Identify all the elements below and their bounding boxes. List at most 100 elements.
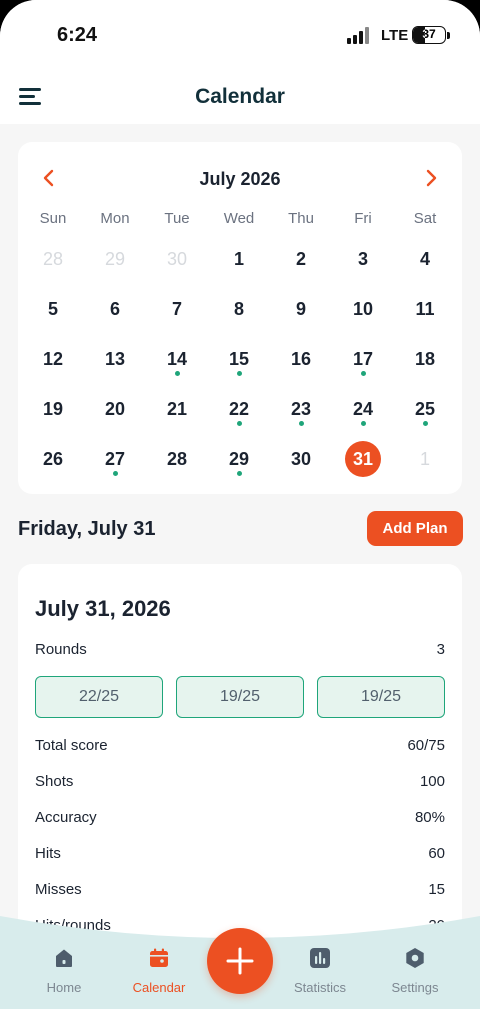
day-number: 5 (47, 299, 58, 319)
nav-label: Calendar (132, 980, 186, 995)
day-cell[interactable]: 29 (208, 440, 270, 490)
round-score-chip[interactable]: 22/25 (35, 676, 163, 718)
day-cell[interactable]: 22 (208, 390, 270, 440)
day-cell[interactable]: 26 (22, 440, 84, 490)
day-cell[interactable]: 27 (84, 440, 146, 490)
day-number: 1 (233, 249, 244, 269)
day-number: 28 (42, 249, 64, 269)
day-cell[interactable]: 15 (208, 340, 270, 390)
weekday-label: Sun (39, 210, 67, 227)
day-number: 20 (104, 399, 126, 419)
day-cell[interactable]: 1 (208, 240, 270, 290)
day-number: 1 (419, 449, 430, 469)
day-number: 21 (166, 399, 188, 419)
day-cell[interactable]: 28 (22, 240, 84, 290)
nav-statistics[interactable]: Statistics (280, 946, 360, 995)
day-cell[interactable]: 21 (146, 390, 208, 440)
stat-row: Accuracy 80% (35, 809, 445, 826)
day-cell[interactable]: 17 (332, 340, 394, 390)
day-number: 31 (345, 441, 381, 477)
day-number: 8 (233, 299, 244, 319)
weekday-label: Sat (413, 210, 437, 227)
round-score-chip[interactable]: 19/25 (176, 676, 304, 718)
event-dot (175, 371, 180, 376)
app-header: Calendar (0, 70, 480, 124)
event-dot (361, 371, 366, 376)
day-cell[interactable]: 10 (332, 290, 394, 340)
day-cell[interactable]: 30 (146, 240, 208, 290)
status-time: 6:24 (57, 24, 98, 46)
day-cell[interactable]: 8 (208, 290, 270, 340)
event-dot (423, 421, 428, 426)
stat-value: 60 (428, 845, 445, 862)
nav-settings[interactable]: Settings (375, 946, 455, 995)
day-cell[interactable]: 23 (270, 390, 332, 440)
page-title: Calendar (195, 85, 285, 108)
add-session-button[interactable] (207, 928, 273, 994)
day-number: 6 (109, 299, 120, 319)
weekday-label: Thu (288, 210, 314, 227)
add-plan-button[interactable]: Add Plan (367, 511, 463, 546)
nav-calendar[interactable]: Calendar (119, 946, 199, 995)
stat-label: Misses (35, 881, 82, 898)
stat-value: 80% (414, 809, 445, 826)
event-dot (113, 471, 118, 476)
weekday-label: Tue (164, 210, 190, 227)
stat-row: Hits 60 (35, 845, 445, 862)
day-cell-selected[interactable]: 31 (332, 440, 394, 490)
rounds-value: 3 (436, 641, 445, 658)
battery-level: 37 (422, 27, 436, 41)
session-date-title: July 31, 2026 (35, 596, 171, 621)
gear-icon (406, 948, 424, 968)
day-cell[interactable]: 30 (270, 440, 332, 490)
day-cell[interactable]: 2 (270, 240, 332, 290)
day-number: 12 (42, 349, 64, 369)
selected-date-heading: Friday, July 31 (18, 518, 156, 540)
month-label: July 2026 (199, 169, 281, 189)
day-cell[interactable]: 18 (394, 340, 456, 390)
weekday-label: Mon (100, 210, 130, 227)
day-cell[interactable]: 25 (394, 390, 456, 440)
day-cell[interactable]: 7 (146, 290, 208, 340)
next-month-button[interactable] (419, 166, 443, 190)
day-cell[interactable]: 16 (270, 340, 332, 390)
event-dot (237, 371, 242, 376)
status-bar: 6:24 LTE 37 (0, 0, 480, 70)
day-cell[interactable]: 13 (84, 340, 146, 390)
day-cell[interactable]: 24 (332, 390, 394, 440)
day-number: 9 (295, 299, 306, 319)
day-cell[interactable]: 14 (146, 340, 208, 390)
rounds-row: Rounds 3 (35, 641, 445, 658)
round-score-chip[interactable]: 19/25 (317, 676, 445, 718)
network-label: LTE (381, 27, 409, 44)
day-number: 29 (104, 249, 126, 269)
day-number: 3 (357, 249, 368, 269)
nav-home[interactable]: Home (24, 946, 104, 995)
stat-value: 60/75 (407, 737, 445, 754)
day-number: 28 (166, 449, 188, 469)
day-number: 16 (290, 349, 312, 369)
plus-icon (226, 947, 254, 975)
signal-icon (347, 27, 373, 44)
nav-label: Home (46, 980, 82, 995)
day-cell[interactable]: 9 (270, 290, 332, 340)
stat-label: Hits (35, 845, 61, 862)
day-cell[interactable]: 5 (22, 290, 84, 340)
day-cell[interactable]: 3 (332, 240, 394, 290)
app-screen: 6:24 LTE 37 Calendar July 2026 Sun Mon T… (0, 0, 480, 1009)
day-cell[interactable]: 29 (84, 240, 146, 290)
rounds-label: Rounds (35, 641, 87, 658)
stat-value: 15 (428, 881, 445, 898)
day-cell[interactable]: 20 (84, 390, 146, 440)
day-cell[interactable]: 11 (394, 290, 456, 340)
day-cell[interactable]: 4 (394, 240, 456, 290)
day-cell[interactable]: 12 (22, 340, 84, 390)
nav-label: Settings (391, 980, 439, 995)
day-cell[interactable]: 6 (84, 290, 146, 340)
day-cell[interactable]: 1 (394, 440, 456, 490)
day-cell[interactable]: 28 (146, 440, 208, 490)
bar-chart-icon (310, 948, 330, 968)
stat-row: Shots 100 (35, 773, 445, 790)
day-number: 30 (290, 449, 312, 469)
day-cell[interactable]: 19 (22, 390, 84, 440)
